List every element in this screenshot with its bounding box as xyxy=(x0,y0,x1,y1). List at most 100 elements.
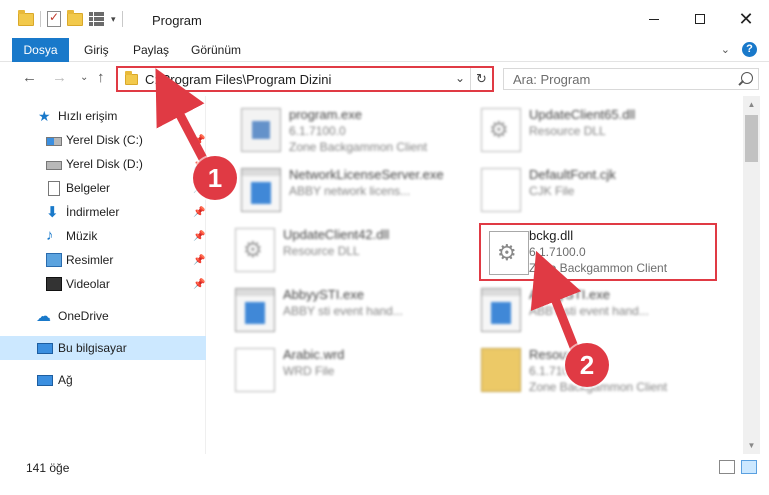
zip-icon xyxy=(481,348,521,392)
pin-icon[interactable]: 📌 xyxy=(193,279,205,290)
scroll-up-icon[interactable]: ▲ xyxy=(743,96,760,113)
sidebar-item-documents[interactable]: Belgeler 📌 xyxy=(0,176,206,200)
tab-view[interactable]: Görünüm xyxy=(179,38,253,62)
back-arrow-icon[interactable]: ← xyxy=(22,69,37,86)
file-type: Resource DLL xyxy=(283,244,360,258)
window-controls: ✕ xyxy=(631,0,769,38)
address-bar[interactable]: C:\Program Files\Program Dizini ⌄ ↻ xyxy=(116,66,494,92)
forward-arrow-icon[interactable]: → xyxy=(52,69,67,86)
tab-home[interactable]: Giriş xyxy=(72,38,121,62)
sidebar-item-onedrive[interactable]: ☁ OneDrive xyxy=(0,304,206,328)
file-name: bckg.dll xyxy=(529,228,574,243)
address-path[interactable]: C:\Program Files\Program Dizini xyxy=(145,72,331,87)
properties-icon[interactable] xyxy=(47,10,61,27)
pin-icon[interactable]: 📌 xyxy=(193,231,205,242)
toolbar-divider xyxy=(40,11,41,27)
annotation-badge-1: 1 xyxy=(193,156,237,200)
sidebar-item-drive-c[interactable]: Yerel Disk (C:) 📌 xyxy=(0,128,206,152)
sidebar-item-label: Belgeler xyxy=(66,181,111,195)
file-type: 6.1.7100.0 xyxy=(289,124,346,138)
file-item[interactable]: UpdateClient42.dll Resource DLL xyxy=(227,222,463,278)
this-pc-icon xyxy=(37,342,53,354)
sidebar-item-label: Hızlı erişim xyxy=(58,109,118,123)
file-type: Resource DLL xyxy=(529,124,606,138)
scroll-down-icon[interactable]: ▼ xyxy=(743,437,760,454)
file-type: CJK File xyxy=(529,184,575,198)
expand-ribbon-icon[interactable]: ⌄ xyxy=(721,43,730,56)
file-name: Arabic.wrd xyxy=(283,347,345,362)
file-name: UpdateClient42.dll xyxy=(283,227,390,242)
sidebar-item-videos[interactable]: Videolar 📌 xyxy=(0,272,206,296)
pin-icon[interactable]: 📌 xyxy=(193,135,205,146)
star-icon: ★ xyxy=(38,108,51,124)
minimize-button[interactable] xyxy=(631,0,677,38)
search-input[interactable]: Ara: Program xyxy=(503,68,759,90)
view-icon[interactable] xyxy=(89,12,105,26)
quick-access-toolbar: ▾ xyxy=(18,9,123,27)
file-type: ABBY sti event hand... xyxy=(529,304,649,318)
pictures-icon xyxy=(46,253,62,267)
sidebar-item-label: Ağ xyxy=(58,373,73,387)
blank-file-icon xyxy=(481,168,521,212)
tab-share[interactable]: Paylaş xyxy=(121,38,181,62)
file-item[interactable]: AbbyySTI.exe ABBY sti event hand... xyxy=(473,282,709,338)
search-icon[interactable] xyxy=(741,72,753,84)
sidebar-item-pictures[interactable]: Resimler 📌 xyxy=(0,248,206,272)
sidebar-item-drive-d[interactable]: Yerel Disk (D:) 📌 xyxy=(0,152,206,176)
sidebar-item-label: Müzik xyxy=(66,229,98,243)
maximize-icon xyxy=(695,14,705,24)
music-icon: ♪ xyxy=(46,227,54,244)
minimize-icon xyxy=(649,18,659,20)
file-type: ABBY sti event hand... xyxy=(283,304,403,318)
sidebar-item-label: Videolar xyxy=(66,277,110,291)
file-item[interactable]: program.exe 6.1.7100.0 Zone Backgammon C… xyxy=(233,102,469,158)
file-item[interactable]: AbbyySTI.exe ABBY sti event hand... xyxy=(227,282,463,338)
dll-icon xyxy=(235,228,275,272)
chevron-down-icon[interactable]: ⌄ xyxy=(455,71,465,85)
file-item[interactable]: NetworkLicenseServer.exe ABBY network li… xyxy=(233,162,469,218)
scroll-thumb[interactable] xyxy=(745,115,758,162)
file-item[interactable]: Arabic.wrd WRD File xyxy=(227,342,463,398)
close-button[interactable]: ✕ xyxy=(723,0,769,38)
recent-locations-icon[interactable]: ⌄ xyxy=(80,72,88,83)
sidebar-item-downloads[interactable]: ⬇ İndirmeler 📌 xyxy=(0,200,206,224)
file-type: ABBY network licens... xyxy=(289,184,411,198)
sidebar-item-network[interactable]: Ağ xyxy=(0,368,206,392)
dll-icon xyxy=(489,231,529,275)
up-arrow-icon[interactable]: ↑ xyxy=(97,69,105,86)
pin-icon[interactable]: 📌 xyxy=(193,255,205,266)
new-folder-icon[interactable] xyxy=(67,9,83,26)
vertical-scrollbar[interactable]: ▲ ▼ xyxy=(743,96,760,454)
maximize-button[interactable] xyxy=(677,0,723,38)
item-count: 141 öğe xyxy=(26,461,70,475)
drive-d-icon xyxy=(46,161,62,170)
sidebar-item-label: OneDrive xyxy=(58,309,109,323)
downloads-icon: ⬇ xyxy=(46,204,59,221)
navigation-pane: ★ Hızlı erişim Yerel Disk (C:) 📌 Yerel D… xyxy=(0,96,206,454)
sidebar-item-quick-access[interactable]: ★ Hızlı erişim xyxy=(0,104,206,128)
ribbon: Dosya Giriş Paylaş Görünüm ⌄ ? xyxy=(0,38,769,62)
pin-icon[interactable]: 📌 xyxy=(193,207,205,218)
file-type: 6.1.7100.0 xyxy=(529,245,586,259)
view-toggle xyxy=(719,460,757,474)
customize-toolbar-icon[interactable]: ▾ xyxy=(111,14,116,25)
tab-file[interactable]: Dosya xyxy=(12,38,69,62)
details-view-icon[interactable] xyxy=(719,460,735,474)
window-title: Program xyxy=(152,13,202,28)
sidebar-item-label: Yerel Disk (C:) xyxy=(66,133,143,147)
sidebar-item-this-pc[interactable]: Bu bilgisayar xyxy=(0,336,206,360)
drive-c-icon xyxy=(46,137,62,146)
folder-icon xyxy=(125,71,138,85)
file-name: UpdateClient65.dll xyxy=(529,107,636,122)
file-item[interactable]: UpdateClient65.dll Resource DLL xyxy=(473,102,709,158)
highlighted-file-item[interactable]: bckg.dll 6.1.7100.0 Zone Backgammon Clie… xyxy=(479,223,717,281)
file-item[interactable]: DefaultFont.cjk CJK File xyxy=(473,162,709,218)
file-name: program.exe xyxy=(289,107,362,122)
sidebar-item-music[interactable]: ♪ Müzik 📌 xyxy=(0,224,206,248)
refresh-icon[interactable]: ↻ xyxy=(470,68,492,90)
folder-icon xyxy=(18,9,34,26)
toolbar-divider xyxy=(121,11,123,27)
tiles-view-icon[interactable] xyxy=(741,460,757,474)
file-type: WRD File xyxy=(283,364,335,378)
help-icon[interactable]: ? xyxy=(742,42,757,57)
